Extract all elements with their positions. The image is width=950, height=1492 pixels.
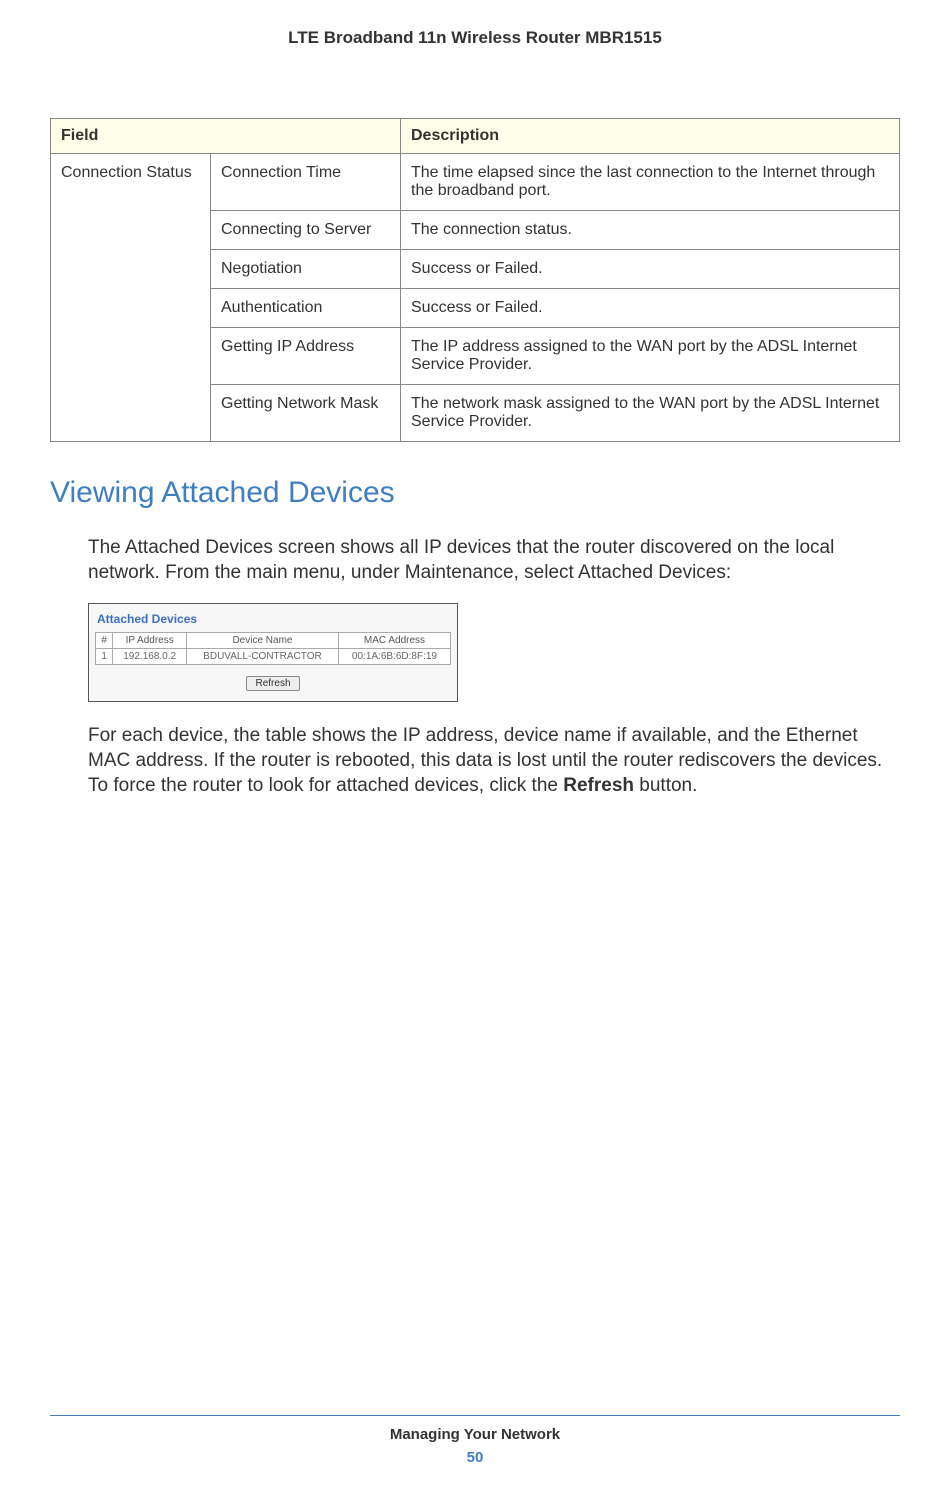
desc-cell: The connection status. [401,211,900,250]
device-table: # IP Address Device Name MAC Address 1 1… [95,632,451,665]
page-number: 50 [0,1449,950,1466]
device-table-header: # IP Address Device Name MAC Address [96,633,451,649]
col-field: Field [51,119,401,154]
col-description: Description [401,119,900,154]
field-cell: Getting Network Mask [211,385,401,442]
cell-ip: 192.168.0.2 [113,649,187,665]
field-cell: Negotiation [211,250,401,289]
col-num: # [96,633,113,649]
screenshot-title: Attached Devices [95,610,451,632]
table-row: Connection Status Connection Time The ti… [51,154,900,211]
group-cell-connection-status: Connection Status [51,154,211,442]
page-footer: Managing Your Network 50 [0,1415,950,1466]
field-cell: Getting IP Address [211,328,401,385]
page-content: Field Description Connection Status Conn… [0,48,950,798]
col-mac: MAC Address [338,633,450,649]
fields-table: Field Description Connection Status Conn… [50,118,900,442]
refresh-row: Refresh [95,673,451,691]
para2-bold-refresh: Refresh [563,775,634,796]
device-table-row: 1 192.168.0.2 BDUVALL-CONTRACTOR 00:1A:6… [96,649,451,665]
paragraph-intro: The Attached Devices screen shows all IP… [50,536,900,585]
col-ip: IP Address [113,633,187,649]
footer-rule [50,1415,900,1416]
attached-devices-screenshot: Attached Devices # IP Address Device Nam… [88,603,458,702]
para2-part-b: button. [634,775,697,796]
section-heading-viewing-attached-devices: Viewing Attached Devices [50,476,900,510]
desc-cell: The IP address assigned to the WAN port … [401,328,900,385]
refresh-button[interactable]: Refresh [246,676,299,691]
cell-num: 1 [96,649,113,665]
col-devicename: Device Name [186,633,338,649]
table-header-row: Field Description [51,119,900,154]
page-header-title: LTE Broadband 11n Wireless Router MBR151… [0,0,950,48]
desc-cell: The network mask assigned to the WAN por… [401,385,900,442]
desc-cell: Success or Failed. [401,289,900,328]
desc-cell: Success or Failed. [401,250,900,289]
field-cell: Connecting to Server [211,211,401,250]
cell-mac: 00:1A:6B:6D:8F:19 [338,649,450,665]
field-cell: Connection Time [211,154,401,211]
footer-text: Managing Your Network [0,1426,950,1443]
desc-cell: The time elapsed since the last connecti… [401,154,900,211]
para2-part-a: For each device, the table shows the IP … [88,725,882,795]
cell-name: BDUVALL-CONTRACTOR [186,649,338,665]
field-cell: Authentication [211,289,401,328]
paragraph-details: For each device, the table shows the IP … [50,724,900,798]
